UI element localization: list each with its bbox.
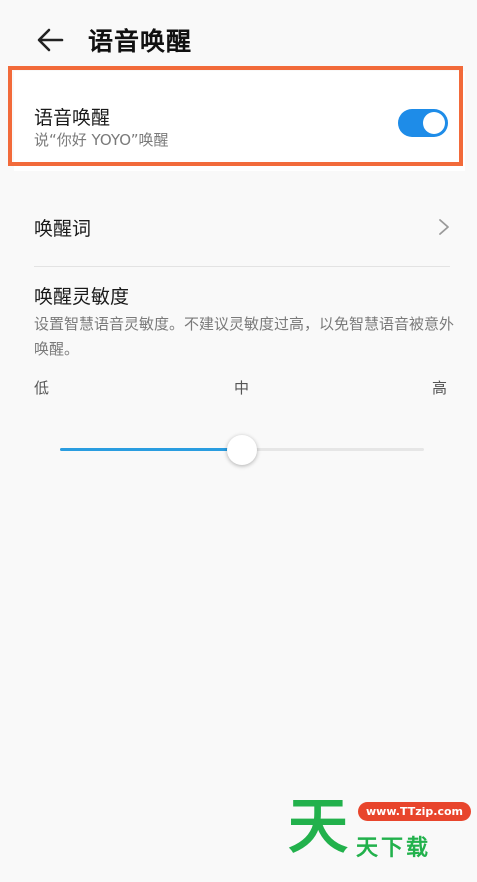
page-title: 语音唤醒 [88, 27, 193, 56]
toggle-knob [423, 112, 445, 134]
level-mid-label: 中 [234, 379, 250, 397]
wake-word-row[interactable]: 唤醒词 [20, 196, 460, 256]
slider-fill [60, 448, 242, 451]
wake-word-label: 唤醒词 [34, 218, 92, 240]
level-low-label: 低 [34, 379, 50, 397]
voice-wakeup-subtitle: 说“你好 YOYO”唤醒 [34, 131, 169, 149]
watermark-glyph: 天 [288, 792, 348, 862]
divider [34, 266, 450, 267]
sensitivity-title: 唤醒灵敏度 [34, 286, 130, 308]
arrow-left-icon[interactable] [34, 24, 66, 56]
voice-wakeup-toggle[interactable] [398, 109, 448, 137]
watermark-url: www.TTzip.com [358, 802, 471, 821]
app-header: 语音唤醒 [0, 0, 477, 70]
slider-thumb[interactable] [227, 435, 257, 465]
sensitivity-description: 设置智慧语音灵敏度。不建议灵敏度过高，以免智慧语音被意外唤醒。 [34, 315, 455, 358]
watermark-logo: 天 www.TTzip.com 天下载 [288, 792, 471, 864]
level-high-label: 高 [432, 379, 448, 397]
sensitivity-slider[interactable] [60, 432, 424, 468]
chevron-right-icon [439, 219, 449, 235]
voice-wakeup-title: 语音唤醒 [34, 107, 111, 129]
watermark-text: 天下载 [356, 836, 432, 861]
